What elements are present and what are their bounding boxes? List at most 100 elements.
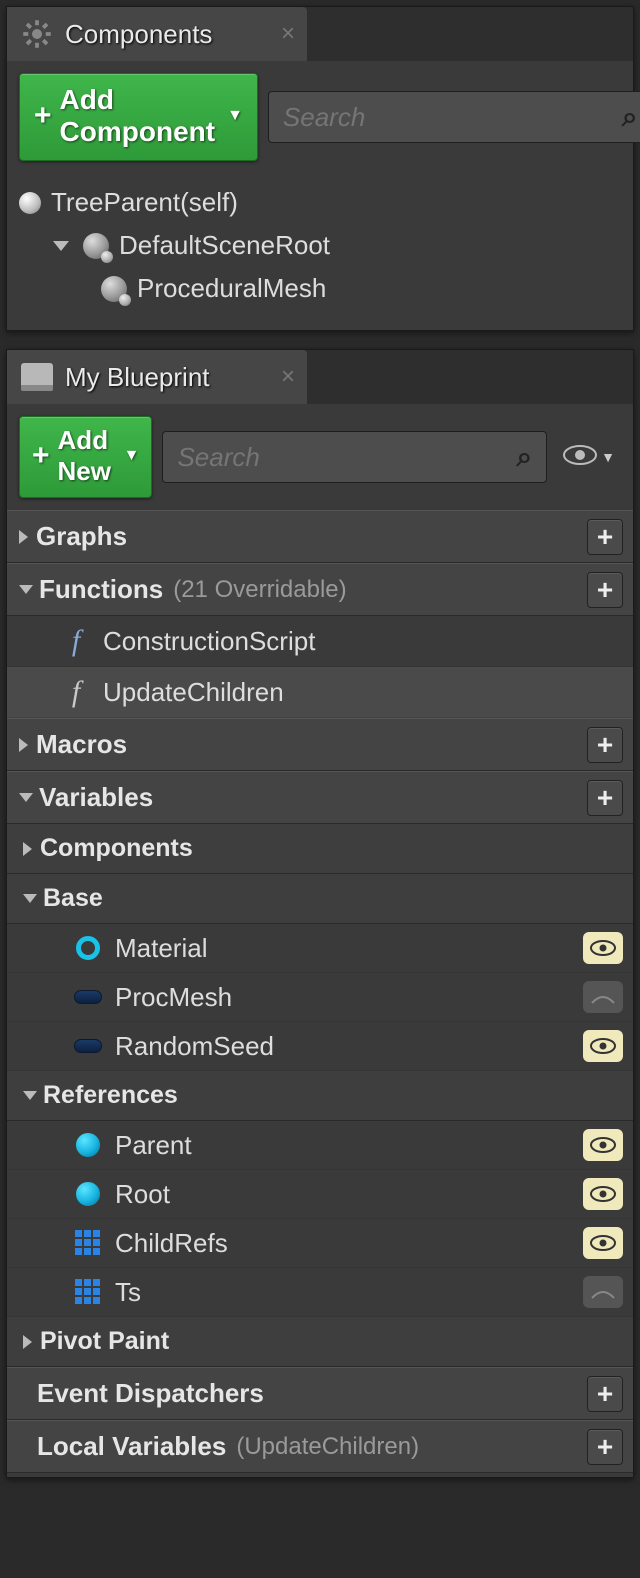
eye-icon — [563, 442, 597, 473]
pill-icon — [73, 984, 103, 1010]
add-variable-button[interactable]: + — [587, 780, 623, 816]
array-icon — [73, 1230, 103, 1256]
variable-childrefs[interactable]: ChildRefs — [7, 1219, 633, 1268]
object-ring-icon — [73, 935, 103, 961]
add-new-button[interactable]: + Add New ▼ — [19, 416, 152, 498]
tree-root-row[interactable]: TreeParent(self) — [9, 181, 631, 224]
section-graphs[interactable]: Graphs + — [7, 510, 633, 563]
gear-icon — [21, 18, 53, 50]
function-constructionscript[interactable]: f ConstructionScript — [7, 616, 633, 667]
group-label: Pivot Paint — [40, 1327, 169, 1356]
scene-component-icon — [83, 233, 109, 259]
add-component-button[interactable]: + Add Component ▼ — [19, 73, 258, 161]
expand-icon[interactable] — [53, 241, 69, 251]
section-label: Functions — [39, 574, 163, 605]
tree-procmesh-row[interactable]: ProceduralMesh — [9, 267, 631, 310]
section-label: Local Variables — [37, 1431, 226, 1462]
close-icon[interactable]: × — [281, 363, 295, 391]
object-ball-icon — [73, 1181, 103, 1207]
components-panel: Components × + Add Component ▼ ⌕ TreePar… — [6, 6, 634, 331]
variable-ts[interactable]: Ts — [7, 1268, 633, 1317]
expand-icon[interactable] — [23, 1091, 37, 1100]
close-icon[interactable]: × — [281, 20, 295, 48]
variable-material[interactable]: Material — [7, 924, 633, 973]
expand-icon[interactable] — [19, 585, 33, 594]
collapse-icon[interactable] — [19, 738, 28, 752]
add-new-label: Add New — [58, 425, 112, 487]
visibility-toggle[interactable] — [583, 1276, 623, 1308]
var-group-base[interactable]: Base — [7, 874, 633, 924]
components-tab-title: Components — [65, 19, 212, 50]
collapse-icon[interactable] — [19, 530, 28, 544]
add-graph-button[interactable]: + — [587, 519, 623, 555]
variable-label: Parent — [115, 1130, 192, 1161]
blueprint-toolbar: + Add New ▼ ⌕ ▼ — [7, 404, 633, 510]
variable-label: Material — [115, 933, 207, 964]
function-icon: f — [61, 624, 91, 658]
components-tab[interactable]: Components × — [7, 7, 307, 61]
section-label: Event Dispatchers — [37, 1378, 264, 1409]
scene-component-icon — [101, 276, 127, 302]
visibility-toggle[interactable] — [583, 1227, 623, 1259]
expand-icon[interactable] — [23, 894, 37, 903]
function-label: ConstructionScript — [103, 626, 315, 657]
caret-down-icon: ▼ — [124, 447, 140, 465]
collapse-icon[interactable] — [23, 1335, 32, 1349]
visibility-toggle[interactable] — [583, 981, 623, 1013]
group-label: References — [43, 1081, 178, 1110]
caret-down-icon: ▼ — [601, 449, 615, 465]
group-label: Base — [43, 884, 103, 913]
caret-down-icon: ▼ — [227, 107, 243, 125]
section-label: Graphs — [36, 521, 127, 552]
add-macro-button[interactable]: + — [587, 727, 623, 763]
plus-icon: + — [32, 439, 50, 473]
local-var-note: (UpdateChildren) — [236, 1433, 419, 1461]
blueprint-tab[interactable]: My Blueprint × — [7, 350, 307, 404]
blueprint-search[interactable]: ⌕ — [162, 431, 547, 483]
variable-procmesh[interactable]: ProcMesh — [7, 973, 633, 1022]
function-label: UpdateChildren — [103, 677, 284, 708]
visibility-toggle[interactable] — [583, 1129, 623, 1161]
function-updatechildren[interactable]: f UpdateChildren — [7, 667, 633, 718]
variable-randomseed[interactable]: RandomSeed — [7, 1022, 633, 1071]
visibility-toggle[interactable] — [583, 1030, 623, 1062]
view-options-button[interactable]: ▼ — [557, 442, 621, 473]
visibility-toggle[interactable] — [583, 932, 623, 964]
book-icon — [21, 363, 53, 391]
section-event-dispatchers[interactable]: Event Dispatchers + — [7, 1367, 633, 1420]
scene-root-label: DefaultSceneRoot — [119, 230, 330, 261]
group-label: Components — [40, 834, 193, 863]
variable-label: Ts — [115, 1277, 141, 1308]
blueprint-tab-title: My Blueprint — [65, 362, 210, 393]
var-group-references[interactable]: References — [7, 1071, 633, 1121]
add-component-label: Add Component — [60, 84, 216, 148]
components-search[interactable]: ⌕ — [268, 91, 640, 143]
section-functions[interactable]: Functions (21 Overridable) + — [7, 563, 633, 616]
blueprint-list: Graphs + Functions (21 Overridable) + f … — [7, 510, 633, 1477]
section-label: Macros — [36, 729, 127, 760]
variable-root[interactable]: Root — [7, 1170, 633, 1219]
components-search-input[interactable] — [283, 102, 622, 133]
variable-parent[interactable]: Parent — [7, 1121, 633, 1170]
variable-label: ProcMesh — [115, 982, 232, 1013]
blueprint-search-input[interactable] — [177, 442, 516, 473]
section-macros[interactable]: Macros + — [7, 718, 633, 771]
var-group-pivotpaint[interactable]: Pivot Paint — [7, 1317, 633, 1367]
add-local-var-button[interactable]: + — [587, 1429, 623, 1465]
tree-scene-root-row[interactable]: DefaultSceneRoot — [9, 224, 631, 267]
section-variables[interactable]: Variables + — [7, 771, 633, 824]
my-blueprint-panel: My Blueprint × + Add New ▼ ⌕ ▼ Graphs + — [6, 349, 634, 1478]
expand-icon[interactable] — [19, 793, 33, 802]
function-icon: f — [61, 675, 91, 709]
tree-root-label: TreeParent(self) — [51, 187, 238, 218]
procmesh-label: ProceduralMesh — [137, 273, 326, 304]
add-function-button[interactable]: + — [587, 572, 623, 608]
var-group-components[interactable]: Components — [7, 824, 633, 874]
visibility-toggle[interactable] — [583, 1178, 623, 1210]
collapse-icon[interactable] — [23, 842, 32, 856]
actor-icon — [19, 192, 41, 214]
section-local-variables[interactable]: Local Variables (UpdateChildren) + — [7, 1420, 633, 1473]
add-dispatcher-button[interactable]: + — [587, 1376, 623, 1412]
components-tab-row: Components × — [7, 7, 633, 61]
variable-label: Root — [115, 1179, 170, 1210]
